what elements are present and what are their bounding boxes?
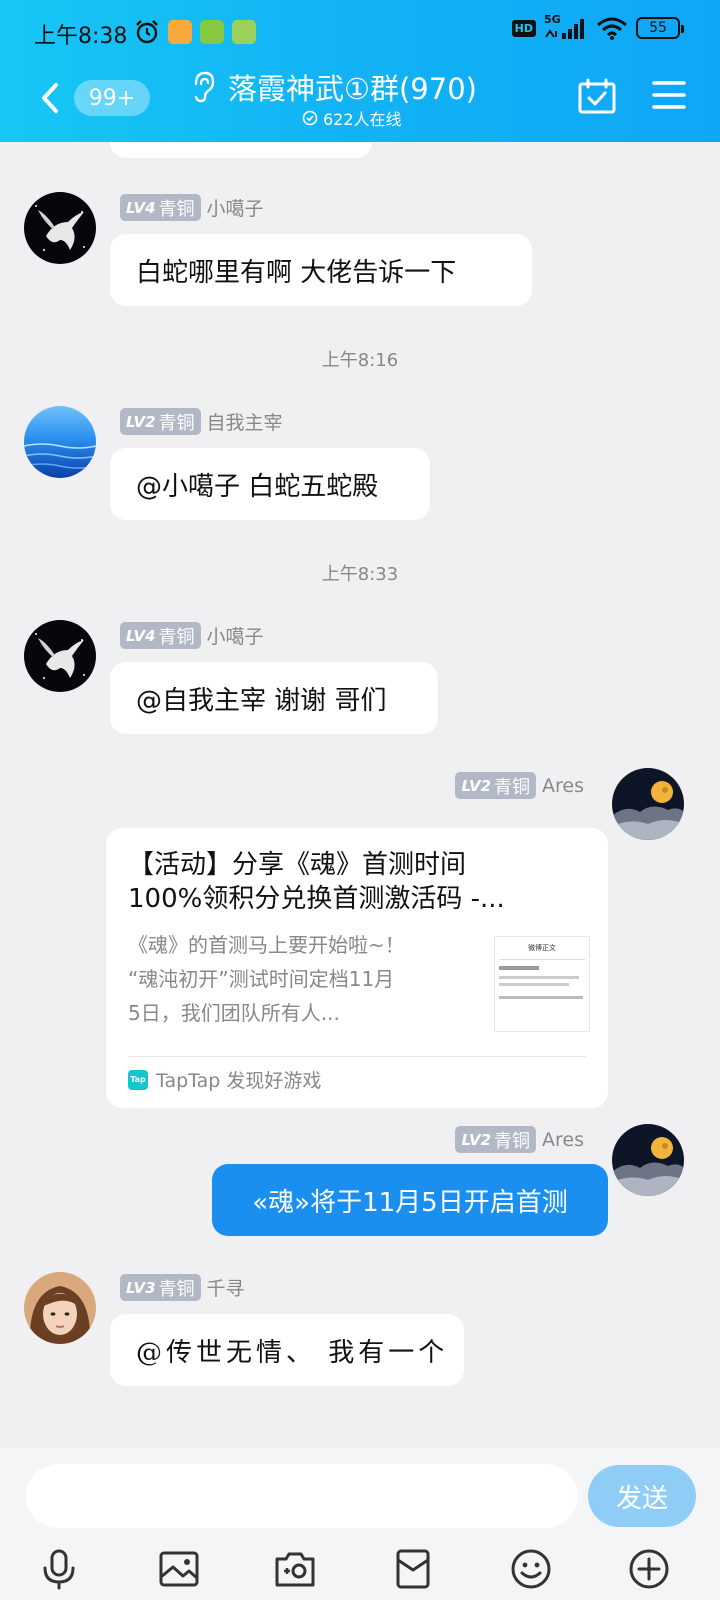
battery-icon: 55 [636,17,684,39]
level-badge: LV2 青铜 [120,408,201,435]
sender-name[interactable]: 千寻 [207,1274,245,1301]
message-meta: LV4 青铜 小噶子 [120,194,264,221]
input-area: 发送 [0,1448,720,1600]
level-badge: LV2 青铜 [455,1126,537,1153]
wifi-icon [597,17,627,40]
message-input[interactable] [26,1464,578,1528]
chat-header: 上午8:38 HD 5G 55 99+ 落霞神武①群(970) 622人在线 [0,0,720,142]
time-separator: 上午8:33 [321,564,399,585]
avatar-xiaogazi[interactable] [24,192,96,264]
sender-name[interactable]: Ares [542,775,584,797]
avatar-xiaogazi[interactable] [24,620,96,692]
hd-badge: HD [511,19,536,37]
message-bubble[interactable]: @自我主宰 谢谢 哥们 [110,662,438,734]
avatar-qianxun[interactable] [24,1272,96,1344]
online-status[interactable]: 622人在线 [302,106,402,130]
message-bubble[interactable]: @小噶子 白蛇五蛇殿 [110,448,430,520]
android-app-icon [232,20,256,44]
message-bubble[interactable]: 白蛇哪里有啊 大佬告诉一下 [110,234,532,306]
camera-icon[interactable] [272,1546,318,1592]
message-meta: LV3 青铜 千寻 [120,1274,245,1301]
avatar-ares[interactable] [612,1124,684,1196]
sender-name[interactable]: 小噶子 [207,622,264,649]
level-badge: LV4 青铜 [120,194,201,221]
card-description: 《魂》的首测马上要开始啦~！ “魂沌初开”测试时间定档11月 5日，我们团队所有… [128,933,405,1025]
message-meta: LV4 青铜 小噶子 [120,622,264,649]
taptap-logo-icon: Tap [128,1069,148,1090]
level-badge: LV3 青铜 [120,1274,201,1301]
microphone-icon[interactable] [36,1546,82,1592]
avatar-ares[interactable] [612,768,684,840]
sender-name[interactable]: 自我主宰 [207,408,283,435]
link-card[interactable]: 【活动】分享《魂》首测时间 100%领积分兑换首测激活码 -... 《魂》的首测… [106,828,608,1108]
image-icon[interactable] [156,1546,202,1592]
message-bubble-self[interactable]: «魂»将于11月5日开启首测 [212,1164,608,1236]
card-thumbnail: 微博正文 [494,936,590,1032]
status-time: 上午8:38 [34,24,128,49]
message-meta: LV2 青铜 Ares [455,772,584,799]
message-bubble-partial[interactable] [110,142,372,158]
time-separator: 上午8:16 [321,350,399,371]
sender-name[interactable]: Ares [542,1129,584,1151]
input-toolbar [0,1542,720,1596]
alarm-icon [136,20,158,44]
unread-count-badge[interactable]: 99+ [74,80,150,116]
level-badge: LV2 青铜 [455,772,537,799]
online-count: 622人在线 [323,110,402,129]
download-app-icon [200,20,224,44]
ear-icon[interactable] [190,70,216,104]
status-indicators: HD 5G 55 [511,13,684,40]
send-button[interactable]: 发送 [588,1465,696,1527]
red-packet-icon[interactable] [390,1546,436,1592]
status-bar: 上午8:38 HD 5G 55 [0,0,720,64]
card-title: 【活动】分享《魂》首测时间 100%领积分兑换首测激活码 -... [128,850,505,914]
plus-icon[interactable] [626,1546,672,1592]
group-title[interactable]: 落霞神武①群(970) [228,66,477,108]
online-check-icon [302,110,318,126]
message-meta: LV2 青铜 自我主宰 [120,408,283,435]
sender-name[interactable]: 小噶子 [207,194,264,221]
chat-messages[interactable]: LV4 青铜 小噶子 白蛇哪里有啊 大佬告诉一下 上午8:16 LV2 青铜 自我主… [0,142,720,1448]
calendar-check-icon[interactable] [578,78,616,114]
card-divider [128,1056,586,1057]
back-button[interactable] [36,80,66,116]
level-badge: LV4 青铜 [120,622,201,649]
notes-app-icon [168,20,192,44]
signal-icon: 5G [544,13,588,39]
card-source: Tap TapTap 发现好游戏 [128,1066,321,1093]
menu-icon[interactable] [652,80,686,110]
emoji-icon[interactable] [508,1546,554,1592]
message-meta: LV2 青铜 Ares [455,1126,584,1153]
message-bubble[interactable]: @传世无情、 我有一个 [110,1314,464,1386]
avatar-ziwozhuzai[interactable] [24,406,96,478]
